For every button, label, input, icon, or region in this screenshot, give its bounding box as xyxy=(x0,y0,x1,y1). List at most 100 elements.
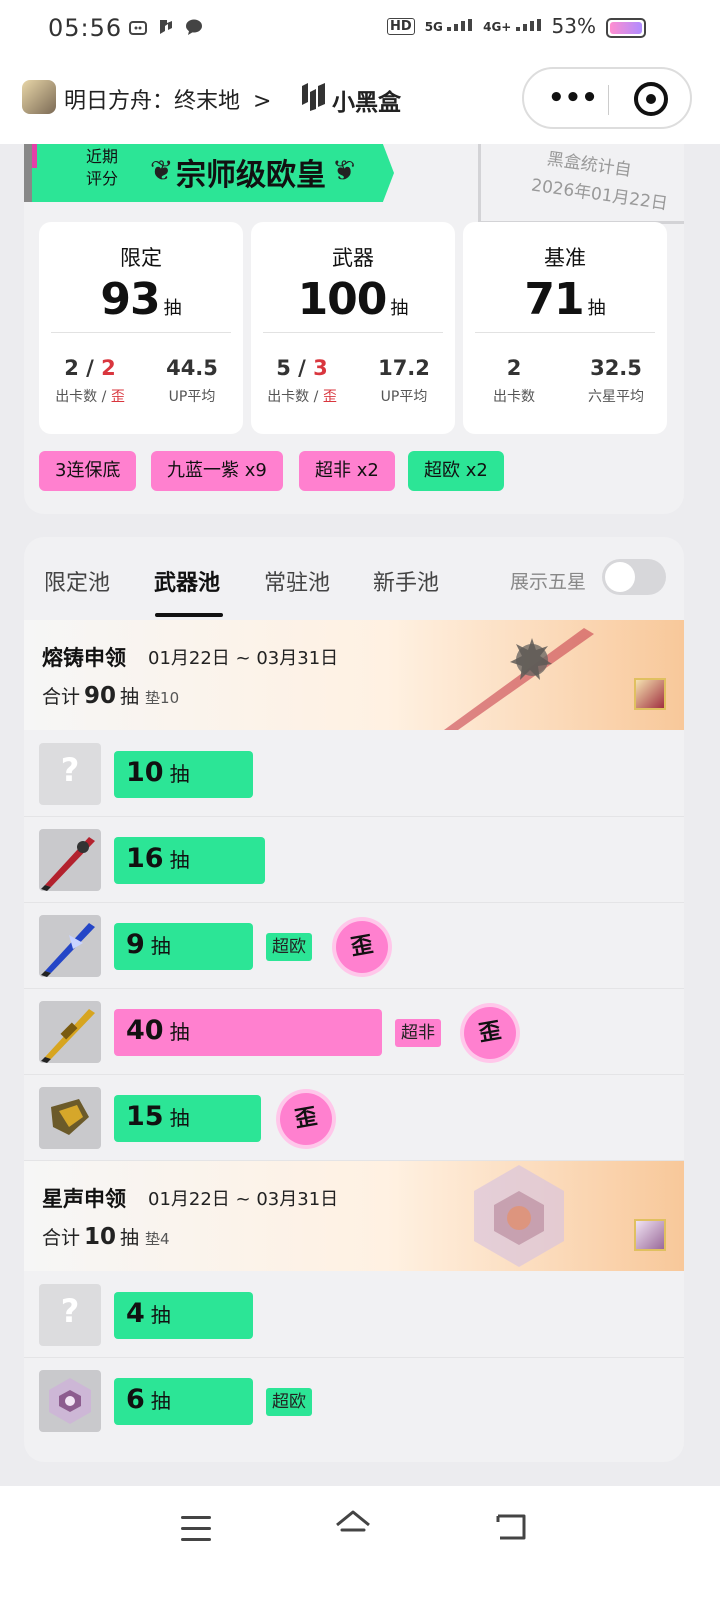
total-prefix: 合计 xyxy=(42,686,81,708)
heybox-logo-icon xyxy=(302,83,325,111)
capsule-menu: ••• xyxy=(522,67,692,129)
pull-count-bar: 4抽 xyxy=(114,1292,253,1339)
game-title-link[interactable]: 明日方舟：终末地 > xyxy=(64,83,271,115)
tab-beginner[interactable]: 新手池 xyxy=(373,565,439,597)
pull-row[interactable]: 15 抽 歪 xyxy=(24,1075,684,1161)
game-title: 明日方舟：终末地 xyxy=(64,89,241,114)
hd-icon: HD xyxy=(387,17,415,35)
wai-label: 歪 xyxy=(322,389,337,405)
capsule-divider xyxy=(608,85,609,115)
pool-name: 熔铸申领 xyxy=(42,646,126,670)
stat-avg-value: 44.5 xyxy=(166,356,218,380)
tab-standard[interactable]: 常驻池 xyxy=(264,565,330,597)
sword-banner-art xyxy=(444,628,594,730)
stat-cards-label: 出卡数 xyxy=(493,389,535,405)
pull-row[interactable]: ? 4抽 xyxy=(24,1272,684,1358)
stat-count-unit: 抽 xyxy=(587,298,606,319)
pull-count: 40 抽 xyxy=(126,1015,190,1046)
pull-row[interactable]: 6抽 超欧 xyxy=(24,1358,684,1444)
stat-cards-col: 2 出卡数 xyxy=(463,356,565,406)
stat-count: 71 抽 xyxy=(463,274,667,325)
battery-icon xyxy=(606,18,646,38)
pull-unit: 抽 xyxy=(169,1020,190,1044)
stat-cards-label: 出卡数 / 歪 xyxy=(251,386,353,406)
stat-avg-col: 17.2 UP平均 xyxy=(353,356,455,406)
stat-box-weapon: 武器 100 抽 5 / 3 出卡数 / 歪 17.2 UP平均 xyxy=(251,222,455,434)
pull-count-bar: 6抽 xyxy=(114,1378,253,1425)
tag-super-unlucky: 超非 x2 xyxy=(299,451,395,491)
crystal-banner-art xyxy=(474,1165,564,1267)
pull-row[interactable]: 16 抽 xyxy=(24,817,684,903)
pool-thumbnail-icon xyxy=(634,678,666,710)
unknown-item-icon: ? xyxy=(39,1284,101,1346)
wai-count: 2 xyxy=(101,356,116,380)
recent-apps-menu-icon[interactable] xyxy=(181,1516,211,1542)
message-notification-icon xyxy=(184,17,204,37)
ribbon-accent xyxy=(32,144,37,168)
total-unit: 抽 xyxy=(120,686,140,708)
stat-avg-label: UP平均 xyxy=(168,389,216,405)
rating-value: 宗师级欧皇 xyxy=(176,158,326,193)
stat-count: 100 抽 xyxy=(251,274,455,325)
pool-banner[interactable]: 星声申领 01月22日 ~ 03月31日 合计 10 抽垫4 xyxy=(24,1161,684,1271)
stat-avg-value: 17.2 xyxy=(378,356,430,380)
gauntlet-weapon-icon xyxy=(39,1087,101,1149)
unknown-item-icon: ? xyxy=(39,743,101,805)
stat-avg-label: 六星平均 xyxy=(588,389,644,405)
pull-count-bar: 9抽 xyxy=(114,923,253,970)
stat-box-limited: 限定 93 抽 2 / 2 出卡数 / 歪 44.5 UP平均 xyxy=(39,222,243,434)
super-lucky-badge: 超欧 xyxy=(266,933,312,961)
stat-title: 武器 xyxy=(332,246,374,270)
red-sword-weapon-icon xyxy=(39,829,101,891)
total-count: 10 xyxy=(84,1224,117,1250)
pad-count: 垫10 xyxy=(145,689,180,707)
cards-label: 出卡数 / xyxy=(55,389,111,405)
off-banner-badge: 歪 xyxy=(275,1088,337,1150)
pull-row[interactable]: 40 抽 超非 歪 xyxy=(24,989,684,1075)
tab-limited[interactable]: 限定池 xyxy=(44,565,110,597)
stat-count-unit: 抽 xyxy=(390,298,409,319)
stat-cards-value: 2 / 2 xyxy=(39,356,141,380)
more-options-button[interactable]: ••• xyxy=(548,85,598,111)
total-prefix: 合计 xyxy=(42,1227,81,1249)
pull-row[interactable]: 9抽 超欧 歪 xyxy=(24,903,684,989)
pull-unit: 抽 xyxy=(150,1389,171,1413)
total-unit: 抽 xyxy=(120,1227,140,1249)
close-target-icon[interactable] xyxy=(634,82,668,116)
stats-stamp: 黑盒统计自 2026年01月22日 xyxy=(478,144,684,224)
home-icon[interactable] xyxy=(334,1508,372,1542)
rating-label: 近期 评分 xyxy=(85,147,118,188)
question-mark: ? xyxy=(60,751,80,789)
stat-divider xyxy=(263,332,443,333)
back-icon[interactable] xyxy=(494,1512,528,1542)
stat-title: 限定 xyxy=(120,246,162,270)
stat-cards-value: 2 xyxy=(506,356,522,380)
system-navigation-bar xyxy=(0,1486,720,1600)
pool-banner[interactable]: 熔铸申领 01月22日 ~ 03月31日 合计 90 抽垫10 xyxy=(24,620,684,730)
app-notification-icon xyxy=(128,17,148,37)
pull-number: 15 xyxy=(126,1101,164,1132)
tag-guarantee-streak: 3连保底 xyxy=(39,451,137,491)
heybox-logo-text: 小黑盒 xyxy=(332,90,401,116)
pool-thumbnail-icon xyxy=(634,1219,666,1251)
super-lucky-badge: 超欧 xyxy=(266,1388,312,1416)
blue-sword-weapon-icon xyxy=(39,915,101,977)
pull-count-bar: 10 抽 xyxy=(114,751,253,798)
signal-4g-icon: 4G+ xyxy=(483,19,541,33)
game-avatar-icon[interactable] xyxy=(22,80,56,114)
question-mark: ? xyxy=(60,1292,80,1330)
pull-unit: 抽 xyxy=(150,934,171,958)
stamp-line-2: 2026年01月22日 xyxy=(529,175,669,215)
pool-date: 01月22日 ~ 03月31日 xyxy=(148,1189,339,1210)
pull-number: 16 xyxy=(126,843,164,874)
pool-name: 星声申领 xyxy=(42,1187,126,1211)
pull-count-bar: 15 抽 xyxy=(114,1095,261,1142)
tab-weapon[interactable]: 武器池 xyxy=(154,565,220,597)
show-five-star-toggle[interactable] xyxy=(602,559,666,595)
laurel-right-icon: ❦ xyxy=(332,154,356,187)
notification-icons xyxy=(128,17,204,37)
mini-program-header: 明日方舟：终末地 > 小黑盒 ••• xyxy=(0,56,720,144)
pull-row[interactable]: ? 10 抽 xyxy=(24,731,684,817)
stat-count-number: 93 xyxy=(100,274,160,325)
crystal-weapon-icon xyxy=(39,1370,101,1432)
